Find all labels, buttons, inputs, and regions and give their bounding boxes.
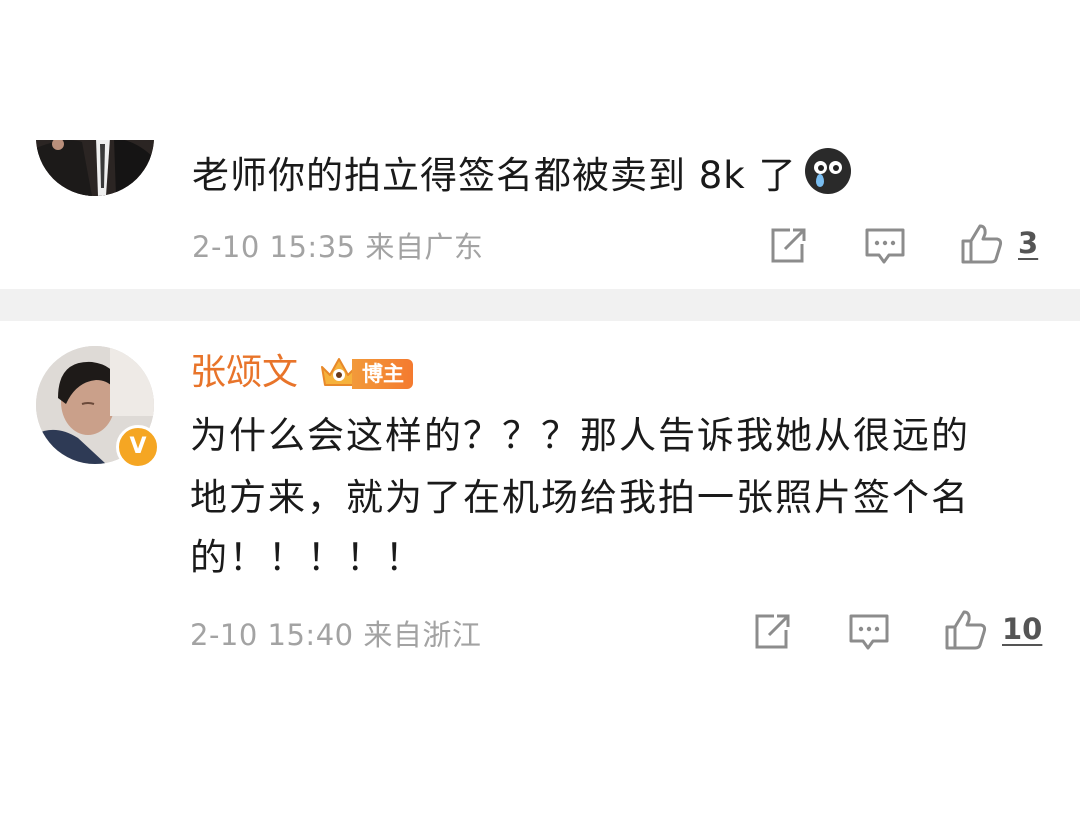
section-divider (0, 289, 1080, 321)
comment-meta: 2-10 15:35 来自广东 (192, 224, 483, 266)
share-icon[interactable] (768, 226, 808, 266)
comment-content: 老师你的拍立得签名都被卖到 8k 了 (192, 154, 797, 197)
comment-text: 老师你的拍立得签名都被卖到 8k 了 (192, 148, 851, 200)
thumbs-up-icon[interactable] (960, 222, 1004, 266)
comment-line: 为什么会这样的？？？那人告诉我她从很远的 (190, 414, 970, 457)
comment-line: 地方来，就为了在机场给我拍一张照片签个名 (190, 476, 970, 519)
blogger-badge: 博主 (352, 359, 413, 389)
comment-time: 2-10 15:40 (190, 618, 354, 652)
comment-meta: 2-10 15:40 来自浙江 (190, 612, 481, 654)
thumbs-up-icon[interactable] (944, 608, 988, 652)
comment-icon[interactable] (864, 226, 906, 266)
verified-badge-icon: V (116, 425, 160, 469)
comment-location: 来自广东 (365, 230, 484, 264)
comment-location: 来自浙江 (363, 618, 482, 652)
share-icon[interactable] (752, 612, 792, 652)
like-count[interactable]: 10 (1002, 612, 1042, 646)
like-count[interactable]: 3 (1018, 226, 1038, 260)
avatar[interactable] (36, 140, 154, 196)
author-name[interactable]: 张颂文 (190, 350, 298, 396)
comment-icon[interactable] (848, 612, 890, 652)
comment-time: 2-10 15:35 (192, 230, 356, 264)
comment-thread: 老师你的拍立得签名都被卖到 8k 了 2-10 15:35 来自广东 3 V 张… (0, 0, 1080, 813)
comment-line: 的！！！！！ (190, 536, 424, 579)
crying-face-icon (804, 148, 851, 194)
